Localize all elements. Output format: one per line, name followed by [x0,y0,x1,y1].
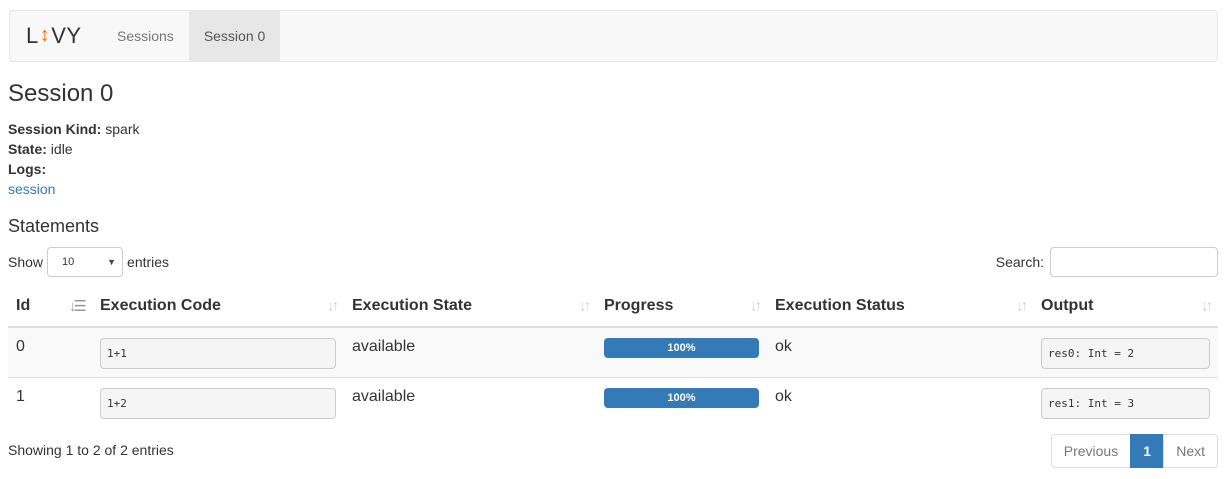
search-label: Search: [995,254,1044,270]
session-kind-label: Session Kind: [8,121,102,137]
livy-logo[interactable]: L ↕ VY [10,11,102,61]
sort-icon: ↓↑ [1016,297,1028,315]
session-log-link[interactable]: session [8,181,55,197]
execution-status: ok [775,338,792,355]
column-header-progress[interactable]: Progress ↓↑ [596,286,767,328]
execution-code-field[interactable]: 1+2 [100,388,336,419]
progress-bar-track: 100% [604,338,759,358]
column-header-execution-state-label: Execution State [352,297,473,314]
entries-label: entries [127,254,170,270]
search-input[interactable] [1050,247,1218,277]
column-header-execution-state[interactable]: Execution State ↓↑ [344,286,596,328]
progress-bar-track: 100% [604,388,759,408]
nav-item-sessions[interactable]: Sessions [102,11,189,61]
table-info: Showing 1 to 2 of 2 entries [8,442,174,458]
column-header-execution-status[interactable]: Execution Status ↓↑ [767,286,1033,328]
entries-select-value: 10 [62,256,75,268]
state-value: idle [50,141,73,157]
column-header-progress-label: Progress [604,297,674,314]
table-row: 1 1+2 available 100% ok res1: Int = 3 [8,377,1218,427]
progress-bar: 100% [604,338,759,358]
sort-icon: ↓↑ [579,297,591,315]
output-field[interactable]: res0: Int = 2 [1041,338,1210,369]
chevron-down-icon: ▼ [107,257,117,267]
sort-icon: ↓↑ [1201,297,1213,315]
logs-label: Logs: [8,161,47,177]
previous-page-button[interactable]: Previous [1050,434,1132,468]
column-header-execution-code-label: Execution Code [100,297,221,314]
sort-desc-icon: ↓☰ [69,298,87,315]
show-label: Show [8,254,44,270]
column-header-output[interactable]: Output ↓↑ [1033,286,1218,328]
statement-id: 0 [16,338,25,355]
logo-text-right: VY [51,23,82,48]
logo-text-left: L [26,23,39,48]
statements-table: Id ↓☰ Execution Code ↓↑ Execution State ↓↑ … [8,286,1218,427]
page-title: Session 0 [8,80,114,107]
nav-item-session-0[interactable]: Session 0 [188,11,281,61]
execution-status: ok [775,388,792,405]
progress-bar: 100% [604,388,759,408]
column-header-output-label: Output [1041,297,1094,314]
statements-heading: Statements [8,216,100,236]
column-header-execution-status-label: Execution Status [775,297,905,314]
logo-arrow-icon: ↕ [39,23,51,46]
pagination: Previous 1 Next [1050,434,1218,468]
execution-state: available [352,388,416,405]
entries-select[interactable]: 10 ▼ [47,247,124,277]
sort-icon: ↓↑ [327,297,339,315]
search-control: Search: [996,247,1218,277]
top-navbar: L ↕ VY Sessions Session 0 [9,10,1218,62]
column-header-id-label: Id [16,297,31,314]
session-meta: Session Kind: spark State: idle Logs: se… [8,119,139,199]
page-1-button[interactable]: 1 [1130,434,1165,468]
execution-code-field[interactable]: 1+1 [100,338,336,369]
entries-length-control: Show 10 ▼ entries [8,247,169,277]
sort-icon: ↓↑ [750,297,762,315]
output-field[interactable]: res1: Int = 3 [1041,388,1210,419]
next-page-button[interactable]: Next [1163,434,1218,468]
column-header-execution-code[interactable]: Execution Code ↓↑ [92,286,344,328]
session-kind-value: spark [105,121,140,137]
table-row: 0 1+1 available 100% ok res0: Int = 2 [8,326,1218,378]
state-label: State: [8,141,47,157]
execution-state: available [352,338,416,355]
column-header-id[interactable]: Id ↓☰ [8,286,92,328]
statement-id: 1 [16,388,25,405]
